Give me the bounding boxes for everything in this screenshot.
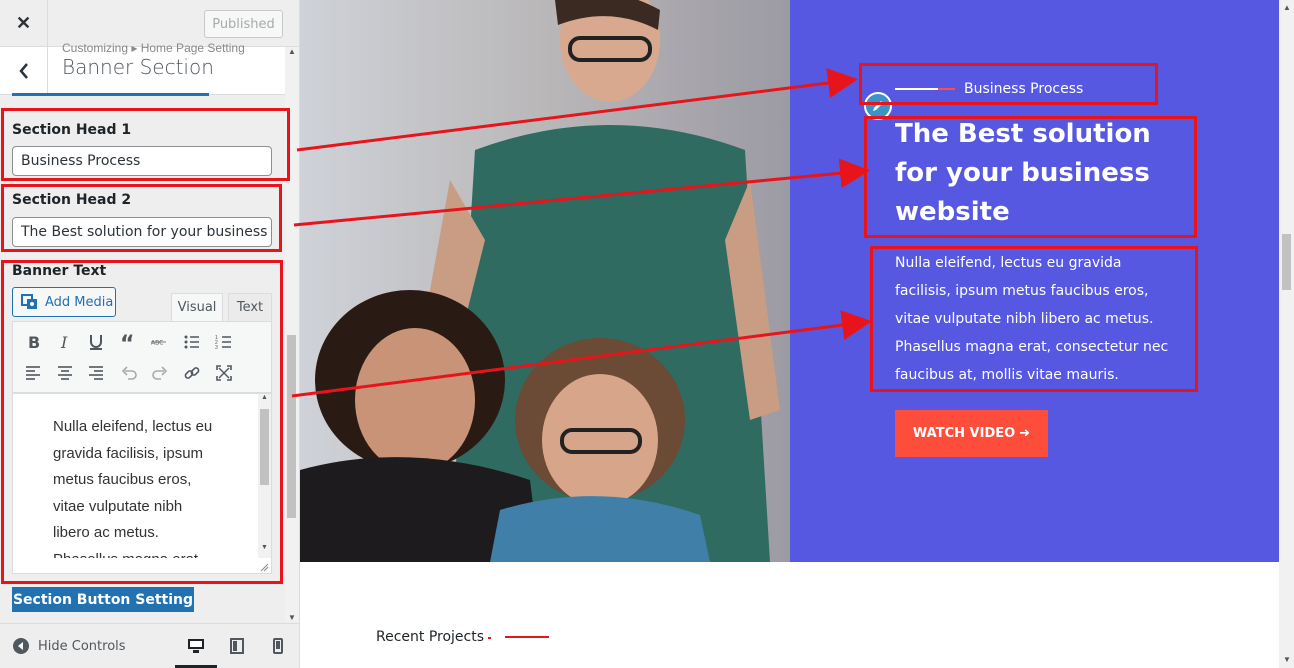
annotation-box-title (864, 116, 1197, 238)
section-header: Customizing ▸ Home Page Setting Banner S… (0, 41, 285, 95)
back-button[interactable] (0, 47, 48, 94)
published-button[interactable]: Published (204, 10, 283, 38)
preview-scrollbar[interactable]: ▲ ▼ (1279, 0, 1294, 668)
section-title: Banner Section (62, 55, 214, 79)
customizer-header: ✕ Published (0, 0, 299, 47)
tablet-icon[interactable] (225, 636, 249, 656)
annotation-box-head1 (1, 108, 290, 181)
hero-photo (300, 0, 790, 562)
hide-controls-button[interactable]: Hide Controls (12, 637, 126, 655)
annotation-box-text (870, 246, 1198, 392)
arrow-right-icon: ➜ (1019, 426, 1031, 441)
annotation-box-banner (1, 260, 283, 584)
preview-scroll-thumb[interactable] (1282, 234, 1291, 290)
close-icon: ✕ (15, 12, 32, 33)
watch-video-label: WATCH VIDEO (912, 426, 1016, 441)
section-accent-bar (12, 93, 209, 96)
desktop-icon[interactable] (184, 636, 208, 656)
breadcrumb: Customizing ▸ Home Page Setting (62, 41, 245, 55)
preview-scroll-up-icon[interactable]: ▲ (1283, 3, 1291, 12)
recent-projects-heading: Recent Projects (376, 629, 485, 645)
mobile-icon[interactable] (266, 636, 290, 656)
recent-projects-dot (488, 637, 491, 639)
annotation-box-head2 (1, 184, 282, 252)
scroll-up-icon[interactable]: ▲ (288, 47, 296, 56)
watch-video-button[interactable]: WATCH VIDEO ➜ (895, 410, 1048, 457)
scroll-down-icon[interactable]: ▼ (288, 613, 296, 622)
chevron-left-icon (18, 62, 28, 79)
collapse-icon (13, 638, 29, 654)
close-customizer-button[interactable]: ✕ (0, 0, 48, 46)
customizer-sidebar: ✕ Published Customizing ▸ Home Page Sett… (0, 0, 300, 668)
recent-projects-line (505, 636, 549, 638)
hide-controls-label: Hide Controls (38, 638, 126, 654)
customizer-footer: Hide Controls (0, 623, 299, 668)
section-button-setting[interactable]: Section Button Setting (12, 587, 194, 612)
sidebar-scroll-thumb[interactable] (287, 335, 296, 518)
annotation-box-eyebrow (859, 63, 1158, 105)
preview-scroll-down-icon[interactable]: ▼ (1283, 655, 1291, 664)
